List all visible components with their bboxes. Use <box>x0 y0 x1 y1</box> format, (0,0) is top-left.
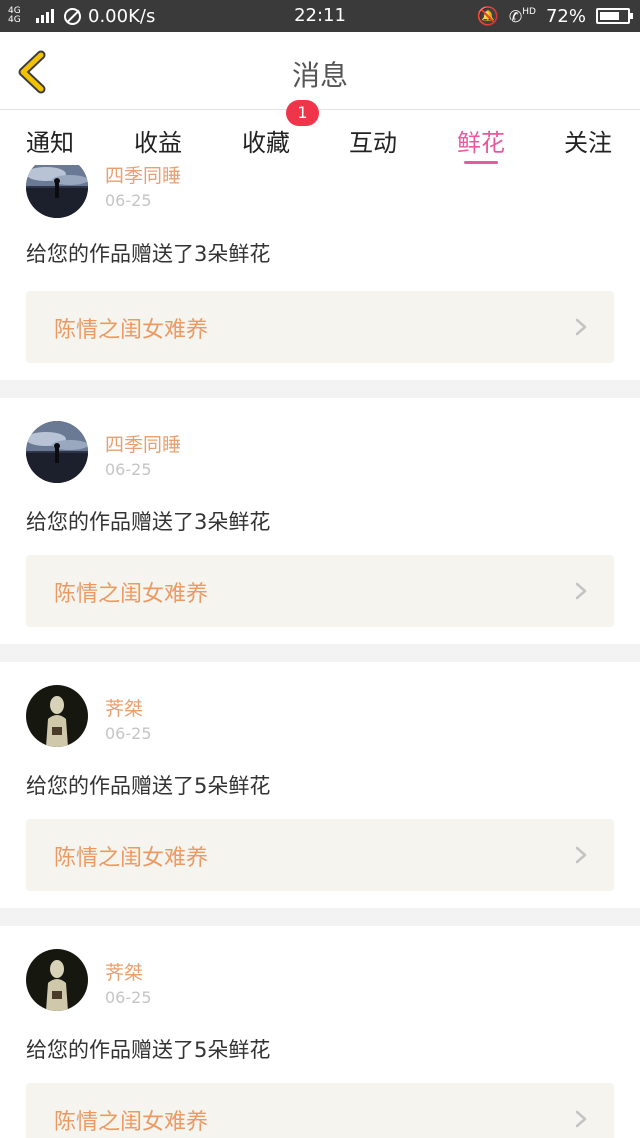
tab-favorites[interactable]: 收藏 <box>226 123 306 158</box>
avatar[interactable] <box>26 165 88 218</box>
list-item: 四季同睡 06-25 给您的作品赠送了3朵鲜花 陈情之闺女难养 <box>0 165 640 363</box>
avatar[interactable] <box>26 685 88 747</box>
status-bar: 4G 4G 0.00K/s 22:11 🔕 ✆ HD 72% <box>0 0 640 32</box>
avatar[interactable] <box>26 949 88 1011</box>
avatar-sea-image <box>26 165 88 218</box>
work-title: 陈情之闺女难养 <box>54 318 209 343</box>
list-item: 荠桀 06-25 给您的作品赠送了5朵鲜花 陈情之闺女难养 <box>0 926 640 1138</box>
work-title: 陈情之闺女难养 <box>54 846 209 871</box>
work-title: 陈情之闺女难养 <box>54 1110 209 1135</box>
username[interactable]: 四季同睡 <box>105 165 181 188</box>
chevron-right-icon <box>575 1110 587 1128</box>
favorites-badge: 1 <box>286 100 319 126</box>
muted-bell-icon: 🔕 <box>476 5 499 27</box>
message-text: 给您的作品赠送了3朵鲜花 <box>26 510 271 534</box>
avatar-figure-image <box>26 685 88 747</box>
hd-label: HD <box>522 7 536 17</box>
phone-icon: ✆ <box>508 6 523 26</box>
battery-fill <box>600 12 619 20</box>
tab-follow[interactable]: 关注 <box>548 123 628 158</box>
username[interactable]: 荠桀 <box>105 958 143 985</box>
tab-notifications[interactable]: 通知 <box>10 123 90 158</box>
page-title: 消息 <box>291 59 348 92</box>
work-link[interactable]: 陈情之闺女难养 <box>26 819 614 891</box>
work-link[interactable]: 陈情之闺女难养 <box>26 1083 614 1138</box>
chevron-right-icon <box>575 318 587 336</box>
divider <box>0 644 640 662</box>
chevron-right-icon <box>575 582 587 600</box>
message-date: 06-25 <box>105 191 152 210</box>
message-date: 06-25 <box>105 988 152 1007</box>
message-date: 06-25 <box>105 460 152 479</box>
list-item: 荠桀 06-25 给您的作品赠送了5朵鲜花 陈情之闺女难养 <box>0 662 640 908</box>
flower-message-list: 四季同睡 06-25 给您的作品赠送了3朵鲜花 陈情之闺女难养 四季同睡 06-… <box>0 165 640 1138</box>
message-text: 给您的作品赠送了5朵鲜花 <box>26 774 271 798</box>
status-right: 🔕 ✆ HD 72% <box>476 4 633 28</box>
avatar-figure-image <box>26 949 88 1011</box>
avatar[interactable] <box>26 421 88 483</box>
tab-flowers[interactable]: 鲜花 <box>441 123 521 158</box>
active-tab-indicator <box>464 161 498 164</box>
work-link[interactable]: 陈情之闺女难养 <box>26 291 614 363</box>
message-text: 给您的作品赠送了5朵鲜花 <box>26 1038 271 1062</box>
tab-interactions[interactable]: 互动 <box>333 123 413 158</box>
header-bar: 消息 <box>0 32 640 110</box>
list-item: 四季同睡 06-25 给您的作品赠送了3朵鲜花 陈情之闺女难养 <box>0 398 640 644</box>
chevron-right-icon <box>575 846 587 864</box>
tab-earnings[interactable]: 收益 <box>118 123 198 158</box>
divider <box>0 908 640 926</box>
work-link[interactable]: 陈情之闺女难养 <box>26 555 614 627</box>
battery-icon <box>596 8 633 24</box>
work-title: 陈情之闺女难养 <box>54 582 209 607</box>
username[interactable]: 四季同睡 <box>105 430 181 457</box>
divider <box>0 380 640 398</box>
avatar-sea-image <box>26 421 88 483</box>
tab-bar: 通知 收益 收藏 互动 鲜花 关注 <box>0 111 640 165</box>
battery-percent: 72% <box>545 5 586 27</box>
message-text: 给您的作品赠送了3朵鲜花 <box>26 242 271 266</box>
username[interactable]: 荠桀 <box>105 694 143 721</box>
message-date: 06-25 <box>105 724 152 743</box>
